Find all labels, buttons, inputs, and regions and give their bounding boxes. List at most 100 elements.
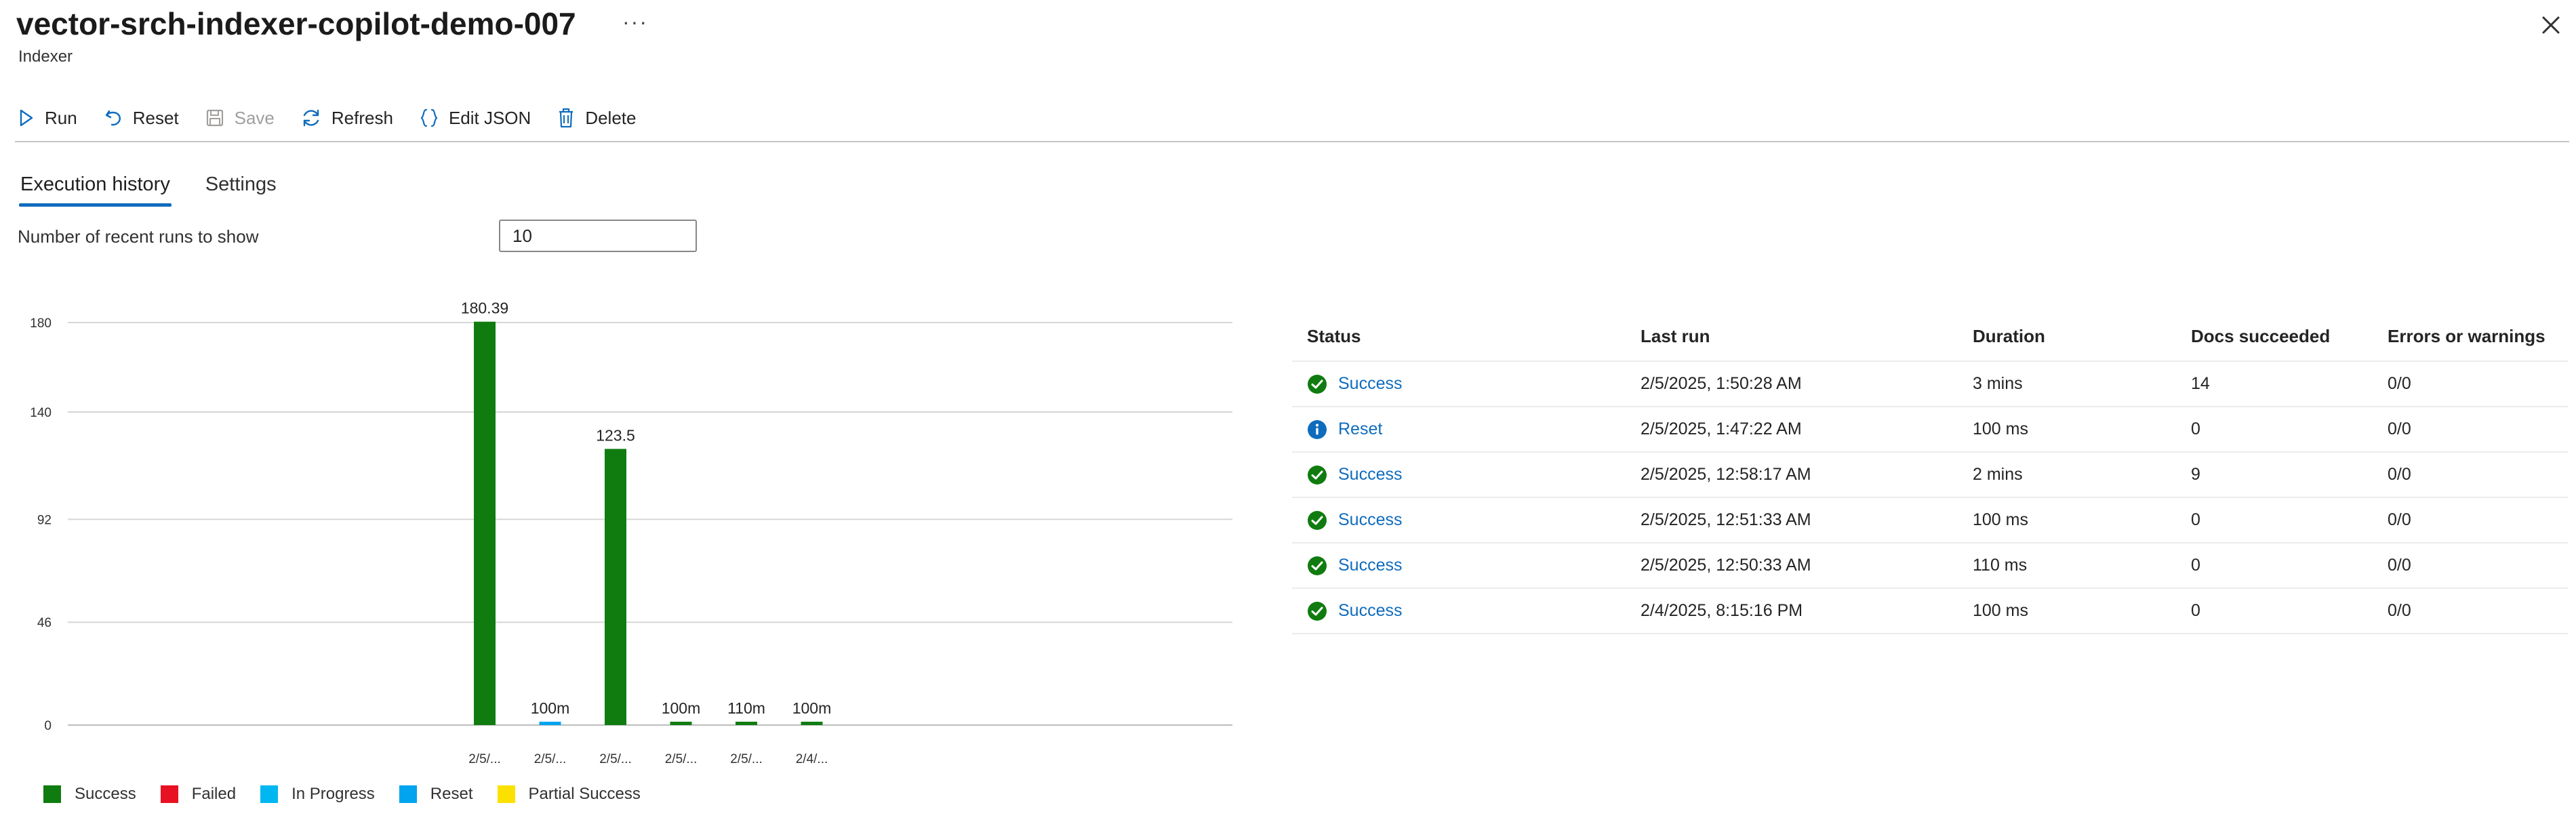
page-subtitle: Indexer (18, 47, 73, 66)
reset-label: Reset (132, 107, 179, 128)
y-tick-label: 180 (30, 316, 52, 331)
errors-warnings-cell: 0/0 (2373, 497, 2568, 543)
edit-json-button[interactable]: Edit JSON (419, 108, 531, 129)
y-tick-label: 140 (30, 406, 52, 420)
bar-data-label: 100m (662, 699, 701, 717)
table-row[interactable]: Success 2/5/2025, 12:58:17 AM 2 mins 9 0/0 (1292, 451, 2568, 497)
status-link[interactable]: Success (1338, 556, 1402, 575)
edit-json-label: Edit JSON (448, 107, 531, 128)
docs-succeeded-cell: 9 (2176, 451, 2373, 497)
legend-item-reset: Reset (399, 785, 473, 804)
duration-cell: 2 mins (1958, 451, 2176, 497)
more-options-button[interactable]: ··· (622, 9, 648, 35)
x-tick-label: 2/5/... (468, 752, 501, 766)
info-icon (1308, 419, 1327, 439)
save-icon (206, 109, 223, 127)
status-link[interactable]: Success (1338, 601, 1402, 621)
run-button[interactable]: Run (16, 108, 77, 129)
column-header-last-run[interactable]: Last run (1626, 312, 1958, 361)
command-bar: Run Reset Save Refresh Edit JSON Delete (16, 102, 662, 134)
close-icon (2542, 16, 2560, 34)
docs-succeeded-cell: 0 (2176, 588, 2373, 634)
tab-strip: Execution history Settings (19, 173, 312, 207)
legend-label: Success (75, 785, 136, 803)
legend-swatch-reset (399, 785, 417, 803)
status-link[interactable]: Reset (1338, 419, 1382, 439)
reset-button[interactable]: Reset (103, 108, 179, 129)
delete-label: Delete (585, 107, 637, 128)
legend-label: Failed (191, 785, 237, 803)
column-header-status[interactable]: Status (1292, 312, 1626, 361)
refresh-label: Refresh (331, 107, 393, 128)
bar-data-label: 180.39 (461, 300, 508, 317)
legend-label: Reset (430, 785, 473, 803)
x-tick-label: 2/5/... (730, 752, 763, 766)
bar-data-label: 100m (792, 699, 832, 717)
status-link[interactable]: Success (1338, 374, 1402, 394)
status-cell: Success (1292, 451, 1626, 497)
table-row[interactable]: Success 2/4/2025, 8:15:16 PM 100 ms 0 0/0 (1292, 588, 2568, 634)
duration-cell: 100 ms (1958, 497, 2176, 543)
braces-icon (420, 108, 438, 127)
close-button[interactable] (2534, 8, 2568, 42)
page-title: vector-srch-indexer-copilot-demo-007 (16, 6, 576, 41)
x-tick-label: 2/5/... (665, 752, 698, 766)
success-check-icon (1308, 601, 1327, 621)
duration-cell: 110 ms (1958, 542, 2176, 588)
y-tick-label: 0 (44, 719, 52, 733)
column-header-errors-warnings[interactable]: Errors or warnings (2373, 312, 2568, 361)
legend-swatch-partial-success (497, 785, 515, 803)
success-check-icon (1308, 465, 1327, 485)
y-tick-label: 92 (37, 513, 52, 527)
x-tick-label: 2/5/... (534, 752, 567, 766)
legend-swatch-in-progress (260, 785, 279, 803)
docs-succeeded-cell: 14 (2176, 360, 2373, 407)
run-label: Run (45, 107, 77, 128)
execution-history-chart: 0 46 92 140 180 180.39 2/5/... 100m 2/5/... 123.5… (30, 300, 1232, 766)
chart-legend: Success Failed In Progress Reset Partial… (43, 785, 665, 804)
status-link[interactable]: Success (1338, 465, 1402, 485)
bar-data-label: 100m (531, 699, 570, 717)
legend-item-partial-success: Partial Success (497, 785, 641, 804)
success-check-icon (1308, 510, 1327, 530)
legend-item-success: Success (43, 785, 136, 804)
table-row[interactable]: Success 2/5/2025, 12:51:33 AM 100 ms 0 0/0 (1292, 497, 2568, 543)
table-row[interactable]: Success 2/5/2025, 12:50:33 AM 110 ms 0 0/0 (1292, 542, 2568, 588)
docs-succeeded-cell: 0 (2176, 406, 2373, 452)
last-run-cell: 2/4/2025, 8:15:16 PM (1626, 588, 1958, 634)
runs-count-label: Number of recent runs to show (18, 226, 259, 247)
column-header-duration[interactable]: Duration (1958, 312, 2176, 361)
status-link[interactable]: Success (1338, 510, 1402, 530)
last-run-cell: 2/5/2025, 12:58:17 AM (1626, 451, 1958, 497)
table-row[interactable]: Reset 2/5/2025, 1:47:22 AM 100 ms 0 0/0 (1292, 406, 2568, 452)
docs-succeeded-cell: 0 (2176, 497, 2373, 543)
column-header-docs-succeeded[interactable]: Docs succeeded (2176, 312, 2373, 361)
refresh-button[interactable]: Refresh (300, 108, 393, 129)
last-run-cell: 2/5/2025, 12:50:33 AM (1626, 542, 1958, 588)
x-tick-label: 2/5/... (599, 752, 632, 766)
status-cell: Success (1292, 497, 1626, 543)
duration-cell: 100 ms (1958, 588, 2176, 634)
status-cell: Reset (1292, 406, 1626, 452)
undo-icon (105, 110, 121, 126)
save-button[interactable]: Save (205, 108, 275, 129)
errors-warnings-cell: 0/0 (2373, 542, 2568, 588)
save-label: Save (234, 107, 275, 128)
last-run-cell: 2/5/2025, 1:50:28 AM (1626, 360, 1958, 407)
table-row[interactable]: Success 2/5/2025, 1:50:28 AM 3 mins 14 0/0 (1292, 360, 2568, 407)
legend-swatch-success (43, 785, 61, 803)
bar-data-label: 110m (727, 699, 765, 717)
chart-bar (801, 722, 823, 725)
chart-bar (605, 449, 626, 725)
errors-warnings-cell: 0/0 (2373, 406, 2568, 452)
tab-settings[interactable]: Settings (205, 173, 277, 207)
success-check-icon (1308, 556, 1327, 575)
legend-item-in-progress: In Progress (260, 785, 375, 804)
play-icon (20, 109, 33, 127)
errors-warnings-cell: 0/0 (2373, 360, 2568, 407)
delete-button[interactable]: Delete (557, 107, 636, 129)
runs-count-input[interactable] (499, 220, 697, 252)
chart-bar (474, 321, 496, 725)
tab-execution-history[interactable]: Execution history (19, 173, 172, 207)
status-cell: Success (1292, 360, 1626, 407)
